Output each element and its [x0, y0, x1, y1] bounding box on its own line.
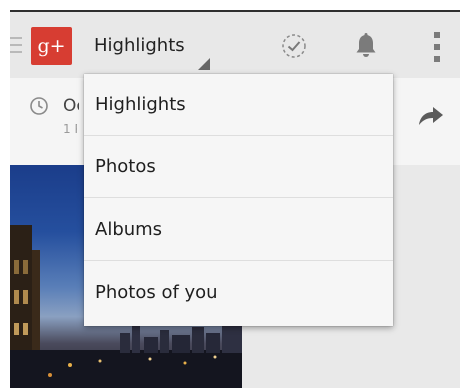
bell-icon[interactable]: [355, 33, 377, 63]
stream-selector[interactable]: Highlights: [94, 35, 185, 56]
phone-screen: g+ Highlights Oc 1 P: [10, 10, 460, 388]
card-title: Oc: [63, 96, 79, 116]
share-icon[interactable]: [418, 105, 444, 131]
menu-item-photos-of-you[interactable]: Photos of you: [84, 262, 393, 324]
clock-icon: [29, 96, 49, 120]
menu-item-albums[interactable]: Albums: [84, 199, 393, 261]
spinner-caret-icon[interactable]: [198, 58, 210, 70]
overflow-menu-icon[interactable]: [434, 32, 440, 62]
google-plus-logo[interactable]: g+: [31, 27, 72, 65]
drawer-icon[interactable]: [10, 37, 24, 55]
check-circle-icon[interactable]: [280, 32, 308, 64]
card-subtitle: 1 P: [63, 122, 77, 136]
stream-dropdown-menu: Highlights Photos Albums Photos of you: [84, 74, 393, 326]
menu-item-highlights[interactable]: Highlights: [84, 74, 393, 136]
action-bar: g+ Highlights: [10, 12, 460, 78]
menu-item-photos[interactable]: Photos: [84, 136, 393, 198]
